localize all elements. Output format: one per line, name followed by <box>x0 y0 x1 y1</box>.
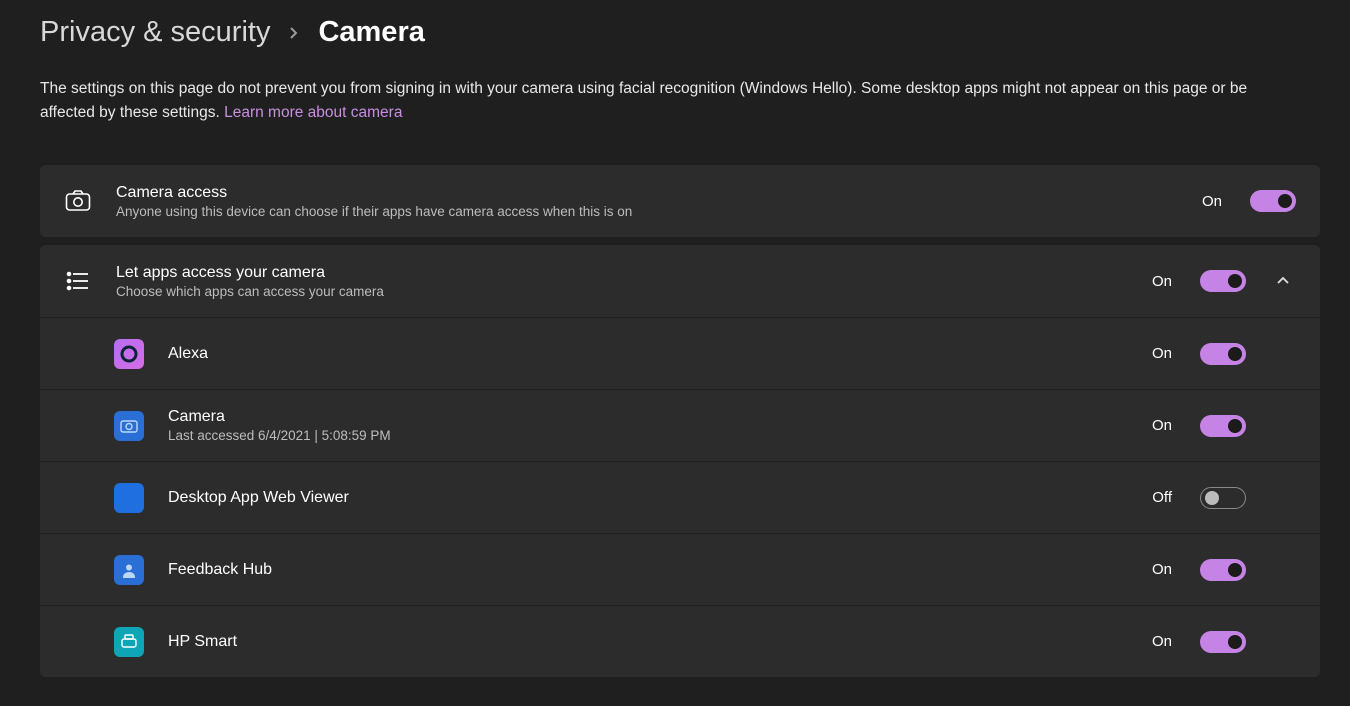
app-row-camera[interactable]: Camera Last accessed 6/4/2021 | 5:08:59 … <box>40 389 1320 461</box>
breadcrumb-current: Camera <box>318 16 424 49</box>
feedback-hub-app-icon <box>114 555 144 585</box>
list-icon <box>64 267 92 295</box>
camera-access-texts: Camera access Anyone using this device c… <box>116 184 1178 219</box>
app-state: On <box>1152 345 1172 362</box>
app-state: On <box>1152 633 1172 650</box>
app-row-desktop-web-viewer[interactable]: Desktop App Web Viewer Off <box>40 461 1320 533</box>
app-state: On <box>1152 561 1172 578</box>
desktop-web-viewer-app-icon <box>114 483 144 513</box>
alexa-app-icon <box>114 339 144 369</box>
apps-access-title: Let apps access your camera <box>116 264 1128 282</box>
apps-access-texts: Let apps access your camera Choose which… <box>116 264 1128 299</box>
app-texts: Camera Last accessed 6/4/2021 | 5:08:59 … <box>168 408 1128 443</box>
breadcrumb: Privacy & security Camera <box>40 16 1320 49</box>
app-toggle-camera[interactable] <box>1200 415 1246 437</box>
camera-icon <box>64 187 92 215</box>
camera-access-subtitle: Anyone using this device can choose if t… <box>116 204 1178 219</box>
app-toggle-desktop-web-viewer[interactable] <box>1200 487 1246 509</box>
app-toggle-hp-smart[interactable] <box>1200 631 1246 653</box>
hp-smart-app-icon <box>114 627 144 657</box>
camera-access-toggle[interactable] <box>1250 190 1296 212</box>
app-name: Alexa <box>168 345 1128 363</box>
app-toggle-alexa[interactable] <box>1200 343 1246 365</box>
apps-access-panel: Let apps access your camera Choose which… <box>40 245 1320 677</box>
learn-more-link[interactable]: Learn more about camera <box>224 104 402 121</box>
apps-access-row[interactable]: Let apps access your camera Choose which… <box>40 245 1320 317</box>
chevron-up-icon[interactable] <box>1270 274 1296 288</box>
camera-app-icon <box>114 411 144 441</box>
app-row-hp-smart[interactable]: HP Smart On <box>40 605 1320 677</box>
chevron-right-icon <box>288 27 300 39</box>
breadcrumb-parent[interactable]: Privacy & security <box>40 16 270 49</box>
apps-access-subtitle: Choose which apps can access your camera <box>116 284 1128 299</box>
camera-access-title: Camera access <box>116 184 1178 202</box>
app-state: Off <box>1152 489 1172 506</box>
app-name: HP Smart <box>168 633 1128 651</box>
camera-access-row[interactable]: Camera access Anyone using this device c… <box>40 165 1320 237</box>
app-texts: Alexa <box>168 345 1128 363</box>
app-state: On <box>1152 417 1172 434</box>
page-description: The settings on this page do not prevent… <box>40 77 1300 125</box>
description-text: The settings on this page do not prevent… <box>40 80 1247 121</box>
app-texts: HP Smart <box>168 633 1128 651</box>
app-toggle-feedback-hub[interactable] <box>1200 559 1246 581</box>
app-row-alexa[interactable]: Alexa On <box>40 317 1320 389</box>
app-texts: Feedback Hub <box>168 561 1128 579</box>
apps-access-state: On <box>1152 273 1172 290</box>
app-name: Feedback Hub <box>168 561 1128 579</box>
camera-access-state: On <box>1202 193 1222 210</box>
app-name: Camera <box>168 408 1128 426</box>
app-texts: Desktop App Web Viewer <box>168 489 1128 507</box>
app-row-feedback-hub[interactable]: Feedback Hub On <box>40 533 1320 605</box>
camera-access-panel: Camera access Anyone using this device c… <box>40 165 1320 237</box>
app-name: Desktop App Web Viewer <box>168 489 1128 507</box>
app-subtitle: Last accessed 6/4/2021 | 5:08:59 PM <box>168 428 1128 443</box>
apps-access-toggle[interactable] <box>1200 270 1246 292</box>
